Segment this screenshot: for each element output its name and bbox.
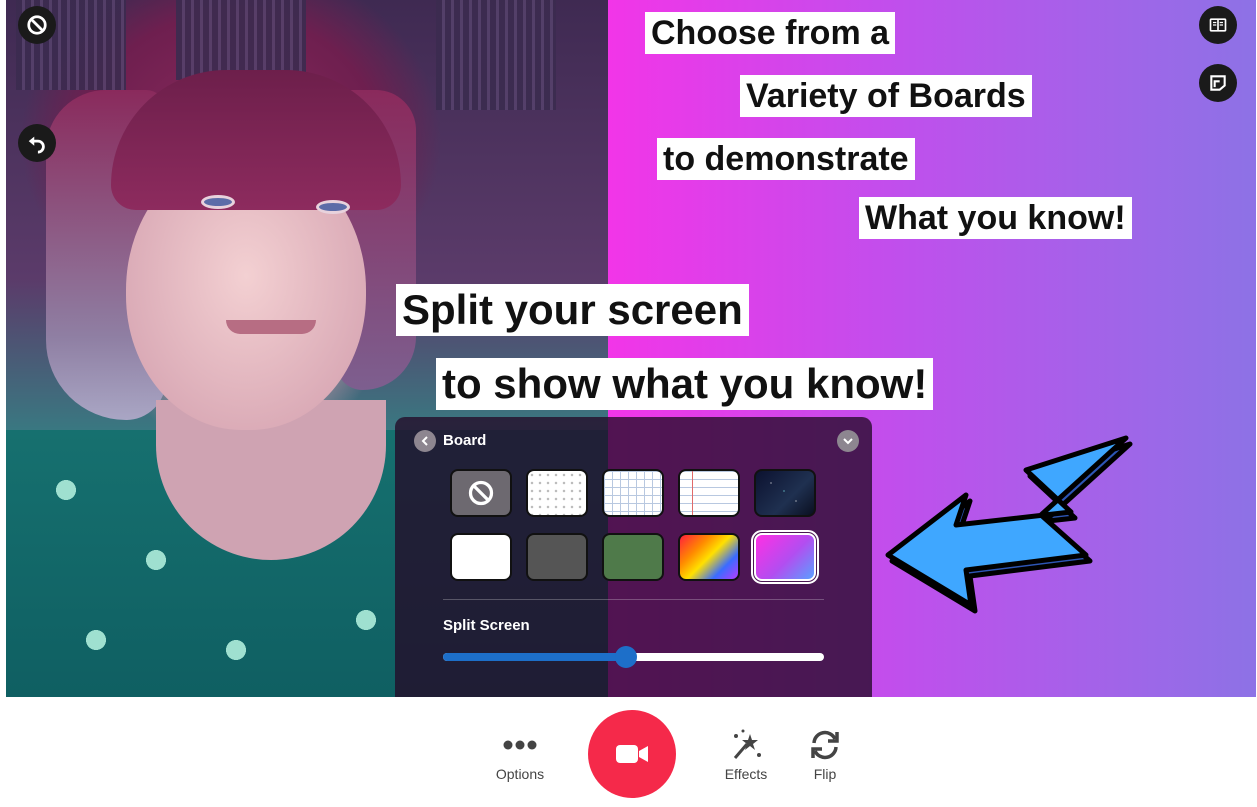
board-none[interactable] xyxy=(450,469,512,517)
split-screen-slider[interactable] xyxy=(443,646,824,668)
bottom-toolbar: Options Effects Flip xyxy=(0,697,1257,807)
disable-icon xyxy=(27,15,47,35)
caption-line-3: to demonstrate xyxy=(657,138,915,180)
chevron-down-icon xyxy=(843,438,853,445)
board-rainbow[interactable] xyxy=(678,533,740,581)
slider-fill xyxy=(443,653,626,661)
board-panel: Board Split Screen xyxy=(395,417,872,697)
undo-icon xyxy=(28,136,45,154)
person-eye-left xyxy=(201,195,235,209)
record-button[interactable] xyxy=(588,710,676,798)
flip-label: Flip xyxy=(813,766,837,782)
book-button[interactable] xyxy=(1199,6,1237,44)
options-button[interactable]: Options xyxy=(492,724,548,782)
background-window xyxy=(176,0,306,80)
video-camera-icon xyxy=(616,745,648,763)
collapse-button[interactable] xyxy=(837,430,859,452)
caption-line-4: What you know! xyxy=(859,197,1132,239)
board-lined[interactable] xyxy=(678,469,740,517)
background-window xyxy=(436,0,556,110)
person-eye-right xyxy=(316,200,350,214)
person-mouth xyxy=(226,320,316,334)
flip-camera-icon xyxy=(811,730,839,760)
caption-line-5: Split your screen xyxy=(396,284,749,336)
magic-wand-icon xyxy=(733,729,761,759)
board-green[interactable] xyxy=(602,533,664,581)
caption-line-1: Choose from a xyxy=(645,12,896,54)
board-white[interactable] xyxy=(450,533,512,581)
sticky-note-button[interactable] xyxy=(1199,64,1237,102)
slider-thumb[interactable] xyxy=(614,646,637,668)
effects-label: Effects xyxy=(724,766,768,782)
panel-divider xyxy=(443,599,824,600)
board-dots[interactable] xyxy=(526,469,588,517)
none-icon xyxy=(468,480,494,506)
flip-button[interactable]: Flip xyxy=(800,724,850,782)
caption-line-2: Variety of Boards xyxy=(740,75,1032,117)
more-dots-icon xyxy=(503,740,537,750)
zigzag-arrow-illustration xyxy=(885,435,1133,614)
caption-line-6: to show what you know! xyxy=(436,358,934,410)
back-button[interactable] xyxy=(414,430,436,452)
chevron-left-icon xyxy=(421,436,428,446)
undo-button[interactable] xyxy=(18,124,56,162)
split-screen-label: Split Screen xyxy=(443,617,530,634)
sticky-note-icon xyxy=(1210,75,1226,91)
panel-title: Board xyxy=(443,432,487,449)
disable-button[interactable] xyxy=(18,6,56,44)
camera-stage: Choose from a Variety of Boards to demon… xyxy=(6,0,1256,697)
board-grid[interactable] xyxy=(602,469,664,517)
options-label: Options xyxy=(495,766,545,782)
effects-button[interactable]: Effects xyxy=(716,724,776,782)
board-space[interactable] xyxy=(754,469,816,517)
board-gray[interactable] xyxy=(526,533,588,581)
board-gradient[interactable] xyxy=(751,530,819,584)
book-icon xyxy=(1209,18,1227,32)
